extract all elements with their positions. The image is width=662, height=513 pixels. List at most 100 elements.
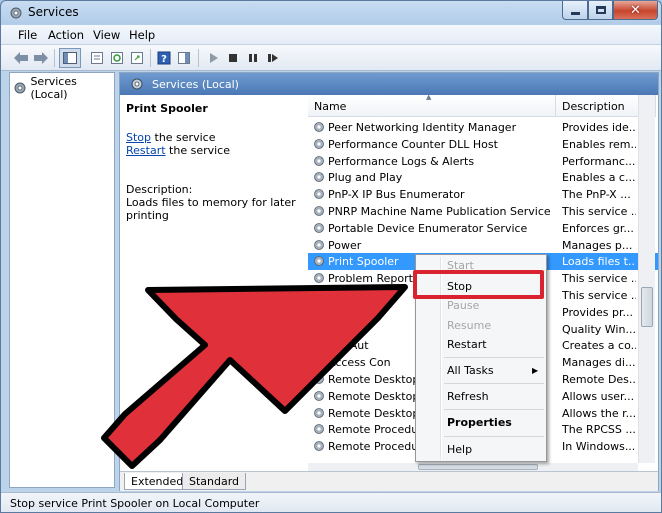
service-gear-icon: [314, 306, 324, 317]
stop-service-row: Stop the service: [126, 131, 215, 144]
refresh-icon: [111, 52, 123, 64]
tree-item-services-local[interactable]: Services (Local): [13, 75, 114, 101]
menu-help[interactable]: Help: [129, 28, 155, 42]
stop-icon: [229, 54, 237, 62]
description-text: Loads files to memory for later printing: [126, 196, 296, 222]
properties-toolbar-button[interactable]: [89, 50, 105, 66]
restart-service-link[interactable]: Restart: [126, 144, 166, 157]
menu-item-properties[interactable]: Properties: [447, 416, 512, 429]
service-name: Portable Device Enumerator Service: [328, 221, 528, 235]
service-description: Remote Des...: [562, 373, 636, 386]
minimize-button[interactable]: [562, 1, 588, 20]
stop-service-text: the service: [151, 131, 216, 144]
description-label: Description:: [126, 183, 193, 196]
title-bar[interactable]: Services ✕: [1, 1, 661, 25]
service-gear-icon: [314, 407, 324, 418]
menu-item-all-tasks[interactable]: All Tasks: [447, 364, 494, 377]
service-row[interactable]: Portable Device Enumerator Service Enforc…: [308, 220, 658, 237]
refresh-toolbar-button[interactable]: [109, 50, 125, 66]
services-gear-icon: [10, 7, 22, 19]
vertical-scrollbar[interactable]: [638, 95, 655, 463]
service-gear-icon: [314, 340, 324, 351]
restart-service-row: Restart the service: [126, 144, 230, 157]
pause-icon: [249, 54, 257, 62]
start-service-button[interactable]: [205, 50, 221, 66]
service-gear-icon: [314, 323, 324, 334]
column-header-name[interactable]: ▲ Name: [308, 95, 556, 117]
horizontal-scrollbar[interactable]: [308, 463, 638, 471]
restart-icon: [268, 54, 278, 62]
export-list-icon: [131, 52, 143, 64]
service-description: Manages di...: [562, 356, 636, 370]
menu-bar: File Action View Help: [1, 25, 661, 45]
restart-service-button[interactable]: [265, 50, 281, 66]
help-toolbar-button[interactable]: ?: [156, 50, 172, 66]
service-name: Peer Networking Identity Manager: [328, 121, 517, 134]
horizontal-scroll-thumb[interactable]: [418, 464, 538, 470]
tab-standard[interactable]: Standard: [182, 473, 247, 490]
pane-header: Services (Local): [120, 73, 658, 95]
toolbar-separator: [150, 49, 151, 67]
toolbar: ?: [1, 45, 661, 71]
menu-item-restart[interactable]: Restart: [447, 338, 487, 351]
menu-separator: [444, 357, 544, 358]
service-description: Creates a co...: [562, 339, 636, 353]
menu-separator: [444, 409, 544, 410]
service-row[interactable]: Plug and Play Enables a c...: [308, 169, 658, 186]
submenu-arrow-icon: ▶: [532, 366, 539, 375]
export-list-button[interactable]: [129, 50, 145, 66]
play-icon: [210, 53, 218, 63]
services-gear-icon: [14, 82, 26, 94]
menu-view[interactable]: View: [93, 28, 120, 42]
service-row[interactable]: PNRP Machine Name Publication Service Thi…: [308, 203, 658, 220]
service-row[interactable]: Peer Networking Identity Manager Provides…: [308, 119, 658, 136]
forward-button[interactable]: [33, 50, 49, 66]
tab-extended[interactable]: Extended: [124, 473, 191, 490]
service-detail-panel: Print Spooler Stop the service Restart t…: [120, 95, 308, 465]
service-row[interactable]: PnP-X IP Bus Enumerator The PnP-X ...: [308, 186, 658, 203]
menu-item-resume[interactable]: Resume: [447, 319, 491, 332]
menu-item-pause[interactable]: Pause: [447, 299, 479, 312]
service-description: Quality Win...: [562, 322, 636, 336]
menu-file[interactable]: File: [18, 28, 37, 42]
column-header-description-label: Description: [562, 100, 625, 113]
service-gear-icon: [314, 424, 324, 435]
show-console-tree-button[interactable]: [59, 48, 81, 68]
help-book-icon: ?: [157, 51, 171, 65]
service-row[interactable]: Power Manages p...: [308, 237, 658, 254]
show-action-pane-button[interactable]: [176, 50, 192, 66]
services-window: Services ✕ File Action View Help ? Servi…: [0, 0, 662, 513]
service-description: The RPCSS ...: [562, 423, 636, 437]
service-name: PnP-X IP Bus Enumerator: [328, 188, 465, 202]
service-description: Enables a c...: [562, 171, 636, 185]
service-description: Performanc...: [562, 154, 636, 168]
status-bar: Stop service Print Spooler on Local Comp…: [1, 492, 661, 512]
service-gear-icon: [314, 222, 324, 233]
vertical-scroll-thumb[interactable]: [641, 287, 653, 327]
action-pane-icon: [178, 52, 190, 64]
back-button[interactable]: [13, 50, 29, 66]
close-button[interactable]: ✕: [613, 1, 658, 20]
menu-item-refresh[interactable]: Refresh: [447, 390, 489, 403]
maximize-button[interactable]: [588, 1, 613, 20]
service-description: Manages p...: [562, 238, 633, 252]
stop-service-button[interactable]: [225, 50, 241, 66]
menu-action[interactable]: Action: [48, 28, 84, 42]
menu-item-help[interactable]: Help: [447, 443, 472, 456]
service-description: Enforces gr...: [562, 221, 634, 235]
service-gear-icon: [314, 155, 324, 166]
service-name: Performance Logs & Alerts: [328, 154, 475, 168]
pause-service-button[interactable]: [245, 50, 261, 66]
restart-service-text: the service: [165, 144, 230, 157]
service-description: This service ...: [562, 289, 636, 302]
svg-text:?: ?: [161, 54, 167, 65]
service-row[interactable]: Performance Counter DLL Host Enables rem.…: [308, 136, 658, 153]
menu-separator: [444, 383, 544, 384]
service-gear-icon: [314, 256, 324, 267]
forward-arrow-icon: [34, 52, 48, 64]
service-gear-icon: [314, 290, 324, 300]
stop-service-link[interactable]: Stop: [126, 131, 151, 144]
service-row[interactable]: Performance Logs & Alerts Performanc...: [308, 153, 658, 170]
back-arrow-icon: [14, 52, 28, 64]
service-description: Provides pr...: [562, 305, 633, 319]
